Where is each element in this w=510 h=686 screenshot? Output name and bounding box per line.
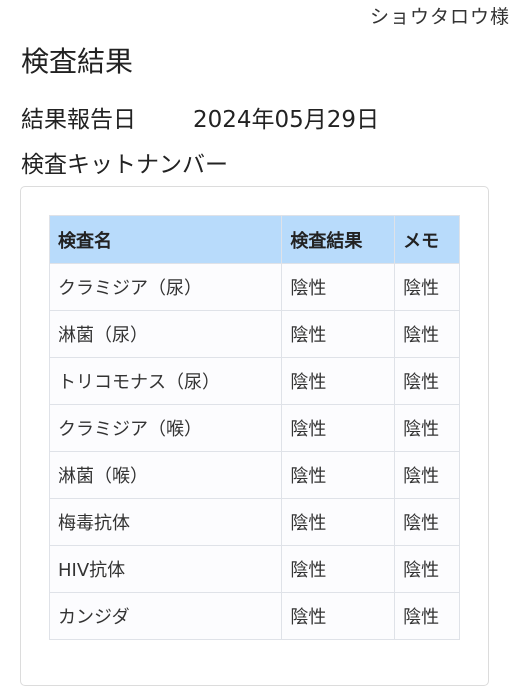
test-name-cell: クラミジア（尿） xyxy=(48,263,283,311)
result-cell: 陰性 xyxy=(281,310,396,358)
table-row: クラミジア（喉） 陰性 陰性 xyxy=(48,404,460,452)
memo-cell: 陰性 xyxy=(394,357,460,405)
test-name-cell: 淋菌（喉） xyxy=(48,451,283,499)
column-header-result: 検査結果 xyxy=(281,215,396,264)
memo-cell: 陰性 xyxy=(394,263,460,311)
memo-cell: 陰性 xyxy=(394,404,460,452)
user-name: ショウタロウ様 xyxy=(369,6,510,28)
kit-number-label: 検査キットナンバー xyxy=(21,152,228,178)
table-row: 淋菌（喉） 陰性 陰性 xyxy=(48,451,460,499)
table-header-row: 検査名 検査結果 メモ xyxy=(48,215,460,264)
table-row: クラミジア（尿） 陰性 陰性 xyxy=(48,263,460,311)
test-name-cell: 淋菌（尿） xyxy=(48,310,283,358)
result-cell: 陰性 xyxy=(281,263,396,311)
column-header-test-name: 検査名 xyxy=(48,215,283,264)
result-cell: 陰性 xyxy=(281,545,396,593)
result-cell: 陰性 xyxy=(281,357,396,405)
test-name-cell: カンジダ xyxy=(48,592,283,640)
column-header-memo: メモ xyxy=(394,215,460,264)
report-date-row: 結果報告日 2024年05月29日 xyxy=(21,100,379,134)
memo-cell: 陰性 xyxy=(394,592,460,640)
result-cell: 陰性 xyxy=(281,592,396,640)
result-cell: 陰性 xyxy=(281,451,396,499)
test-name-cell: トリコモナス（尿） xyxy=(48,357,283,405)
table-row: カンジダ 陰性 陰性 xyxy=(48,592,460,640)
report-date-label: 結果報告日 xyxy=(21,107,136,133)
test-name-cell: HIV抗体 xyxy=(48,545,283,593)
page-title: 検査結果 xyxy=(21,45,134,78)
result-cell: 陰性 xyxy=(281,498,396,546)
test-name-cell: 梅毒抗体 xyxy=(48,498,283,546)
results-table: 検査名 検査結果 メモ クラミジア（尿） 陰性 陰性 淋菌（尿） 陰性 陰性 ト… xyxy=(48,215,460,640)
result-cell: 陰性 xyxy=(281,404,396,452)
table-row: トリコモナス（尿） 陰性 陰性 xyxy=(48,357,460,405)
memo-cell: 陰性 xyxy=(394,310,460,358)
memo-cell: 陰性 xyxy=(394,545,460,593)
table-row: 淋菌（尿） 陰性 陰性 xyxy=(48,310,460,358)
report-date-value: 2024年05月29日 xyxy=(193,107,380,133)
memo-cell: 陰性 xyxy=(394,451,460,499)
table-row: 梅毒抗体 陰性 陰性 xyxy=(48,498,460,546)
memo-cell: 陰性 xyxy=(394,498,460,546)
test-name-cell: クラミジア（喉） xyxy=(48,404,283,452)
table-row: HIV抗体 陰性 陰性 xyxy=(48,545,460,593)
